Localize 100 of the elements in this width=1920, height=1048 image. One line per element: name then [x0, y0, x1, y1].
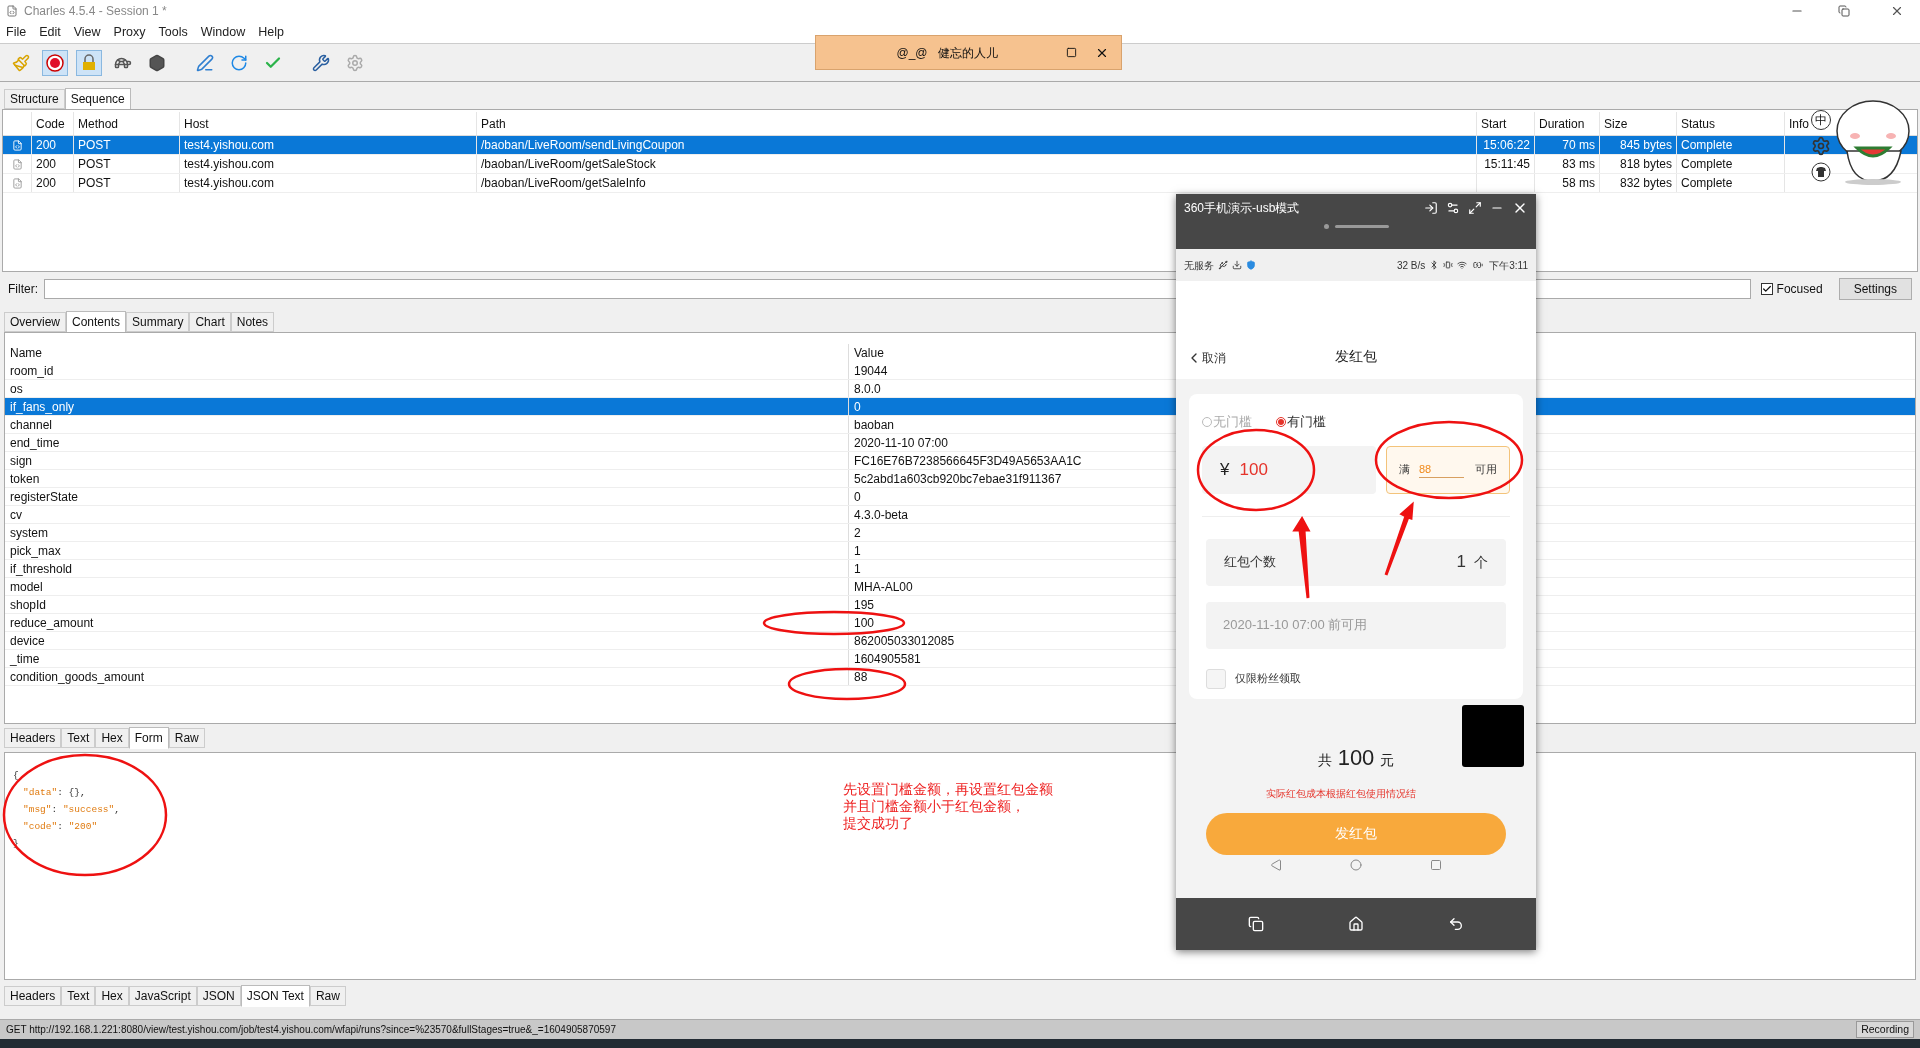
- file-icon: [11, 177, 23, 189]
- column-header[interactable]: Name: [5, 344, 848, 362]
- column-header[interactable]: Code: [31, 112, 73, 135]
- detail-tab[interactable]: Chart: [189, 312, 231, 332]
- table-cell-text: device: [10, 632, 45, 650]
- table-cell-text: 845 bytes: [1619, 137, 1672, 154]
- column-header[interactable]: Status: [1676, 112, 1784, 135]
- toolbar-button[interactable]: [42, 49, 68, 76]
- column-header[interactable]: Size: [1599, 112, 1676, 135]
- table-cell-text: /baoban/LiveRoom/getSaleInfo: [481, 175, 646, 192]
- pin-icon[interactable]: [1424, 201, 1438, 215]
- request-row[interactable]: 200 POST test4.yishou.com /baoban/LiveRoom/sendLivingCoupon 15:06:22 70 ms 845 bytes Complete: [3, 136, 1917, 155]
- fullscreen-icon[interactable]: [1468, 201, 1482, 215]
- recording-indicator: Recording: [1856, 1020, 1914, 1039]
- table-cell-text: test4.yishou.com: [184, 137, 275, 154]
- annotation-note: 先设置门槛金额，再设置红包金额: [843, 781, 1053, 798]
- settings-button[interactable]: Settings: [1838, 278, 1912, 300]
- count-row[interactable]: 红包个数 1 个: [1206, 538, 1506, 586]
- menu-item[interactable]: View: [73, 23, 101, 42]
- focused-checkbox[interactable]: Focused: [1760, 280, 1823, 298]
- table-cell-text: 2: [854, 524, 861, 542]
- table-cell-text: 1604905581: [854, 650, 921, 668]
- table-cell-text: 2020-11-10 07:00: [854, 434, 948, 452]
- request-tab[interactable]: Text: [61, 728, 96, 748]
- response-tab[interactable]: Raw: [309, 986, 346, 1006]
- request-tab[interactable]: Headers: [4, 728, 62, 748]
- table-cell-text: registerState: [10, 488, 79, 506]
- response-tab[interactable]: JSON: [196, 986, 241, 1006]
- threshold-field[interactable]: 满 88 可用: [1386, 445, 1510, 494]
- table-cell-text: token: [10, 470, 40, 488]
- gear-icon[interactable]: [1811, 136, 1831, 156]
- request-tab[interactable]: Raw: [168, 728, 205, 748]
- response-tab[interactable]: JSON Text: [240, 985, 310, 1007]
- request-tab[interactable]: Form: [128, 727, 169, 749]
- network-speed: 32 B/s: [1396, 258, 1426, 273]
- lock-icon: [80, 53, 98, 72]
- annotation-note: 提交成功了: [843, 815, 914, 832]
- detail-tab[interactable]: Overview: [4, 312, 66, 332]
- view-tab[interactable]: Sequence: [64, 88, 131, 110]
- home-icon[interactable]: [1348, 916, 1364, 932]
- back-icon[interactable]: [1448, 916, 1464, 932]
- table-cell-text: _time: [10, 650, 40, 668]
- table-cell-text: 70 ms: [1562, 137, 1595, 154]
- hexagon-icon: [148, 53, 166, 72]
- column-header[interactable]: Start: [1476, 112, 1534, 135]
- annotation-note: 并且门槛金额小于红包金额，: [843, 798, 1026, 815]
- table-cell-text: test4.yishou.com: [184, 156, 275, 173]
- ime-mode-badge[interactable]: 中: [1811, 110, 1831, 130]
- restore-icon[interactable]: [1838, 5, 1850, 17]
- table-cell-text: sign: [10, 452, 32, 470]
- table-cell-text: room_id: [10, 362, 54, 380]
- table-cell-text: 862005033012085: [854, 632, 955, 650]
- table-cell-text: POST: [78, 156, 111, 173]
- recents-softkey-icon[interactable]: [1430, 858, 1442, 871]
- clock: 下午3:11: [1489, 258, 1528, 273]
- table-cell-text: 195: [854, 596, 875, 614]
- detail-tab[interactable]: Contents: [66, 311, 127, 333]
- menu-item[interactable]: Edit: [39, 23, 61, 42]
- maximize-icon[interactable]: [1066, 47, 1077, 58]
- amount-field[interactable]: ¥ 100: [1202, 445, 1376, 494]
- file-icon: [11, 158, 23, 170]
- column-header[interactable]: Method: [73, 112, 179, 135]
- drag-handle[interactable]: [1323, 224, 1389, 229]
- response-tab[interactable]: Headers: [4, 986, 62, 1006]
- response-tab[interactable]: JavaScript: [128, 986, 197, 1006]
- table-cell-text: 200: [36, 137, 57, 154]
- menu-item[interactable]: File: [6, 23, 27, 42]
- menu-item[interactable]: Window: [200, 23, 246, 42]
- detail-tab[interactable]: Summary: [126, 312, 190, 332]
- request-tab[interactable]: Hex: [95, 728, 129, 748]
- file-icon: [11, 139, 23, 151]
- shirt-icon[interactable]: [1811, 162, 1831, 182]
- table-cell-text: 0: [854, 488, 861, 506]
- column-header[interactable]: Duration: [1534, 112, 1599, 135]
- detail-tab[interactable]: Notes: [230, 312, 275, 332]
- column-header[interactable]: Host: [179, 112, 476, 135]
- back-softkey-icon[interactable]: [1270, 858, 1282, 871]
- response-tab[interactable]: Hex: [95, 986, 129, 1006]
- table-cell-text: if_fans_only: [10, 398, 75, 416]
- table-cell-text: 0: [854, 398, 861, 416]
- table-cell-text: 83 ms: [1562, 156, 1595, 173]
- view-tab[interactable]: Structure: [4, 89, 65, 109]
- table-cell-text: 200: [36, 156, 57, 173]
- app-icon: [6, 5, 18, 17]
- table-cell-text: MHA-AL00: [854, 578, 913, 596]
- table-cell-text: 200: [36, 175, 57, 192]
- table-cell-text: cv: [10, 506, 22, 524]
- fans-only-checkbox[interactable]: 仅限粉丝领取: [1206, 668, 1506, 689]
- column-header[interactable]: Path: [476, 112, 1476, 135]
- menu-item[interactable]: Help: [258, 23, 284, 42]
- tools-icon: [312, 53, 330, 72]
- column-header[interactable]: Info: [1784, 112, 1811, 135]
- table-cell-text: 1: [854, 560, 861, 578]
- table-cell-text: end_time: [10, 434, 60, 452]
- recent-apps-icon[interactable]: [1248, 916, 1264, 932]
- close-icon[interactable]: [1890, 4, 1904, 18]
- code-line: "code": "200": [22, 820, 99, 834]
- menu-item[interactable]: Tools: [158, 23, 188, 42]
- response-tab[interactable]: Text: [61, 986, 96, 1006]
- menu-item[interactable]: Proxy: [113, 23, 146, 42]
